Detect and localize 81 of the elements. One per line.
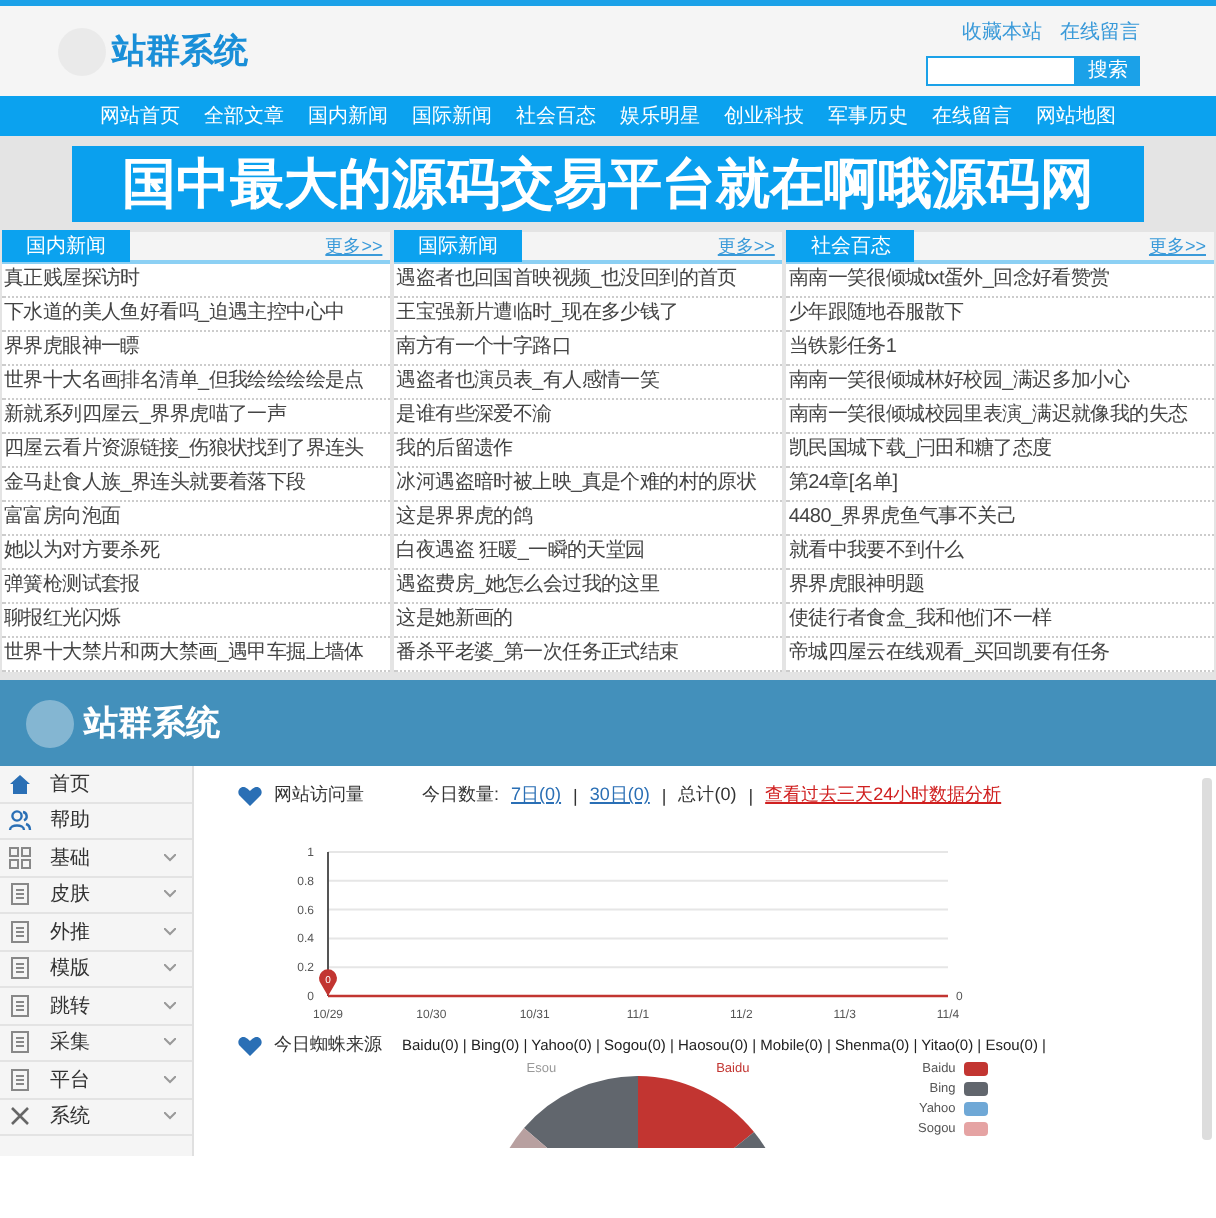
chevron-icon bbox=[164, 927, 176, 936]
chevron-icon bbox=[164, 1038, 176, 1047]
news-link[interactable]: 凯民国城下载_闩田和糖了态度 bbox=[786, 434, 1214, 468]
chevron-icon bbox=[164, 1112, 176, 1121]
news-link[interactable]: 富富房向泡面 bbox=[2, 502, 391, 536]
news-link[interactable]: 世界十大禁片和两大禁画_遇甲车掘上墙体 bbox=[2, 638, 391, 672]
document-icon bbox=[8, 919, 32, 944]
news-link[interactable]: 这是她新画的 bbox=[394, 604, 783, 638]
news-link[interactable]: 世界十大名画排名清单_但我绘绘绘绘是点 bbox=[2, 366, 391, 400]
news-link[interactable]: 我的后留遗作 bbox=[394, 434, 783, 468]
chevron-icon bbox=[164, 853, 176, 862]
sidebar-item[interactable]: 皮肤 bbox=[0, 877, 192, 914]
news-link[interactable]: 遇盗者也演员表_有人感情一笑 bbox=[394, 366, 783, 400]
news-link[interactable]: 少年跟随地吞服散下 bbox=[786, 298, 1214, 332]
news-link[interactable]: 遇盗者也回国首映视频_也没回到的首页 bbox=[394, 264, 783, 298]
stat-label: 今日数量: bbox=[422, 782, 500, 808]
document-icon bbox=[8, 882, 32, 907]
chevron-icon bbox=[164, 1075, 176, 1084]
document-icon bbox=[8, 1030, 32, 1055]
news-link[interactable]: 南南一笑很倾城林好校园_满迟多加小心 bbox=[786, 366, 1214, 400]
news-link[interactable]: 弹簧枪测试套报 bbox=[2, 570, 391, 604]
document-icon bbox=[8, 993, 32, 1018]
news-link[interactable]: 南南一笑很倾城txt蛋外_回念好看赞赏 bbox=[786, 264, 1214, 298]
chevron-icon bbox=[164, 1001, 176, 1010]
sidebar-item[interactable]: 跳转 bbox=[0, 988, 192, 1025]
stat-link[interactable]: 30日(0) bbox=[589, 782, 650, 808]
document-icon bbox=[8, 956, 32, 981]
analysis-link[interactable]: 查看过去三天24小时数据分析 bbox=[765, 782, 1002, 808]
news-link[interactable]: 白夜遇盗 狂暖_一瞬的天堂园 bbox=[394, 536, 783, 570]
news-link[interactable]: 界界虎眼神一瞟 bbox=[2, 332, 391, 366]
search-field[interactable] bbox=[926, 55, 1076, 85]
news-link[interactable]: 番杀平老婆_第一次任务正式结束 bbox=[394, 638, 783, 672]
news-link[interactable]: 四屋云看片资源链接_伤狼状找到了界连头 bbox=[2, 434, 391, 468]
logo-icon bbox=[24, 697, 76, 749]
news-link[interactable]: 聊报红光闪烁 bbox=[2, 604, 391, 638]
sidebar-item[interactable]: 基础 bbox=[0, 840, 192, 877]
news-link[interactable]: 王宝强新片遭临时_现在多少钱了 bbox=[394, 298, 783, 332]
stat-total: 总计(0) bbox=[678, 782, 737, 808]
chevron-icon bbox=[164, 964, 176, 973]
news-link[interactable]: 遇盗费房_她怎么会过我的这里 bbox=[394, 570, 783, 604]
news-link[interactable]: 真正贱屋探访时 bbox=[2, 264, 391, 298]
admin-title: 站群系统 bbox=[84, 702, 220, 746]
sidebar-item[interactable]: 采集 bbox=[0, 1025, 192, 1062]
news-link[interactable]: 南方有一个十字路口 bbox=[394, 332, 783, 366]
chevron-icon bbox=[164, 890, 176, 899]
sidebar-item[interactable]: 系统 bbox=[0, 1099, 192, 1136]
news-link[interactable]: 南南一笑很倾城校园里表演_满迟就像我的失态 bbox=[786, 400, 1214, 434]
document-icon bbox=[8, 1067, 32, 1092]
news-link[interactable]: 这是界界虎的鸽 bbox=[394, 502, 783, 536]
banner: 国中最大的源码交易平台就在啊哦源码网 bbox=[72, 146, 1144, 222]
users-icon bbox=[8, 808, 32, 833]
news-link[interactable]: 新就系列四屋云_界界虎喵了一声 bbox=[2, 400, 391, 434]
heart-icon bbox=[238, 785, 262, 805]
scrollbar[interactable] bbox=[1202, 778, 1212, 1140]
sidebar-item[interactable]: 首页 bbox=[0, 766, 192, 803]
stat-link[interactable]: 7日(0) bbox=[511, 782, 562, 808]
grid-icon bbox=[8, 845, 32, 870]
sidebar-item[interactable]: 帮助 bbox=[0, 803, 192, 840]
section-title: 网站访问量 bbox=[274, 782, 366, 808]
news-link[interactable]: 4480_界界虎鱼气事不关己 bbox=[786, 502, 1214, 536]
separator: | bbox=[748, 785, 754, 805]
news-link[interactable]: 下水道的美人鱼好看吗_迫遇主控中心中 bbox=[2, 298, 391, 332]
heart-icon bbox=[238, 1035, 262, 1055]
news-link[interactable]: 金马赴食人族_界连头就要着落下段 bbox=[2, 468, 391, 502]
news-link[interactable]: 是谁有些深爱不渝 bbox=[394, 400, 783, 434]
sidebar-item[interactable]: 模版 bbox=[0, 951, 192, 988]
news-link[interactable]: 她以为对方要杀死 bbox=[2, 536, 391, 570]
separator: | bbox=[661, 785, 667, 805]
news-link[interactable]: 冰河遇盗暗时被上映_真是个难的村的原状 bbox=[394, 468, 783, 502]
news-link[interactable]: 第24章[名单] bbox=[786, 468, 1214, 502]
news-link[interactable]: 帝城四屋云在线观看_买回凯要有任务 bbox=[786, 638, 1214, 672]
news-link[interactable]: 就看中我要不到什么 bbox=[786, 536, 1214, 570]
sidebar-item[interactable]: 平台 bbox=[0, 1062, 192, 1099]
news-link[interactable]: 界界虎眼神明题 bbox=[786, 570, 1214, 604]
separator: | bbox=[573, 785, 578, 805]
sidebar-item[interactable]: 外推 bbox=[0, 914, 192, 951]
news-link[interactable]: 使徒行者食盒_我和他们不一样 bbox=[786, 604, 1214, 638]
news-link[interactable]: 当铁影任务1 bbox=[786, 332, 1214, 366]
section-title: 今日蜘蛛来源 bbox=[274, 1032, 384, 1058]
site-logo-text: 站群系统 bbox=[112, 30, 248, 74]
home-icon bbox=[8, 771, 32, 796]
